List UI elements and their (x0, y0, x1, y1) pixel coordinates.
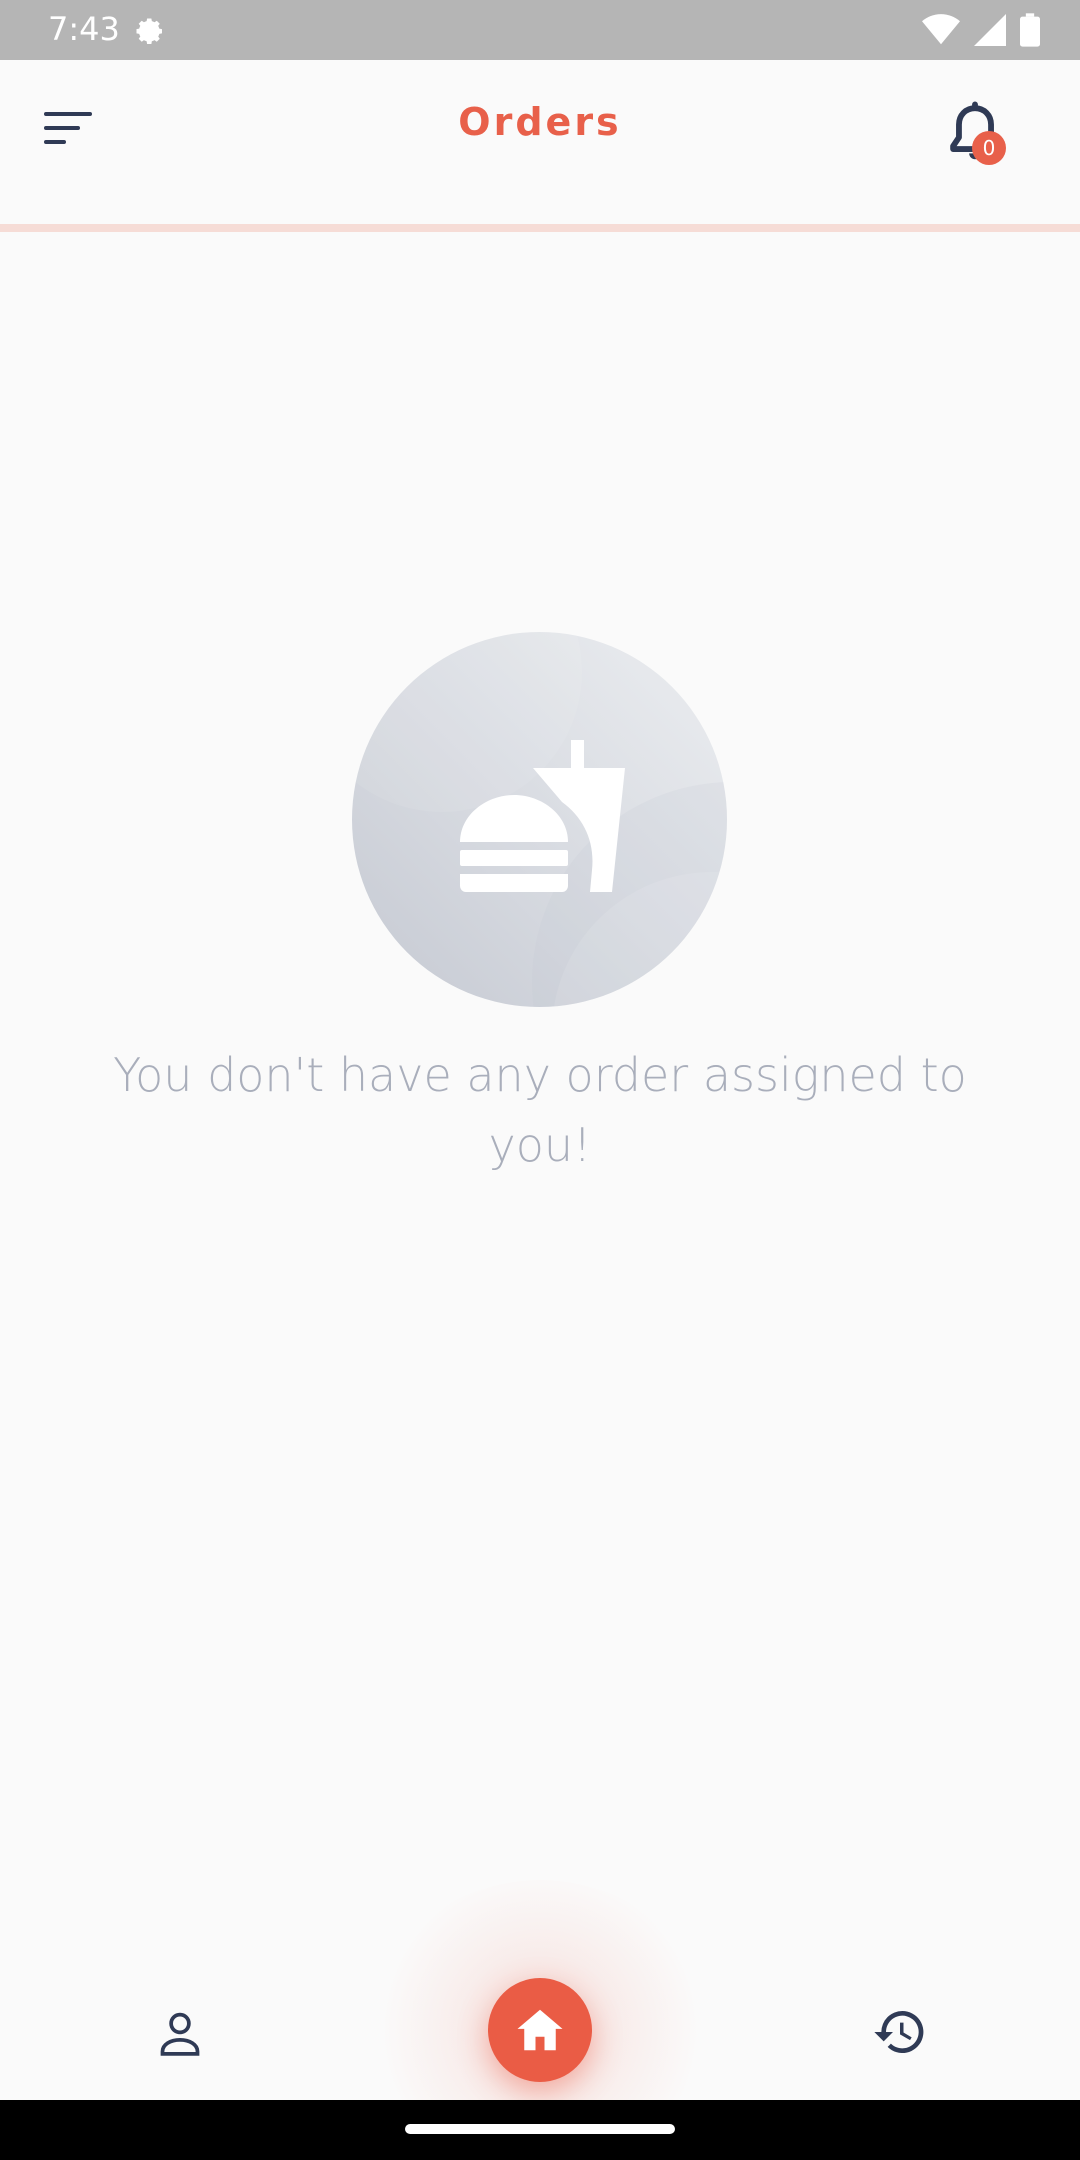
wifi-icon (922, 14, 960, 45)
empty-orders-illustration (352, 632, 727, 1007)
history-icon[interactable] (872, 2004, 928, 2060)
notification-badge: 0 (972, 131, 1006, 165)
app-bar-divider (0, 224, 1080, 232)
status-time: 7:43 (48, 10, 120, 48)
battery-icon (1020, 13, 1040, 47)
empty-state-message: You don't have any order assigned to you… (113, 1048, 967, 1172)
profile-icon[interactable] (152, 2006, 208, 2062)
signal-icon (974, 14, 1006, 46)
status-bar: 7:43 (0, 0, 1080, 60)
settings-icon (136, 18, 162, 44)
home-icon (517, 2009, 563, 2051)
page-title: Orders (458, 100, 622, 144)
home-indicator[interactable] (405, 2124, 675, 2134)
home-button[interactable] (488, 1978, 592, 2082)
burger-drink-icon (352, 632, 727, 1007)
